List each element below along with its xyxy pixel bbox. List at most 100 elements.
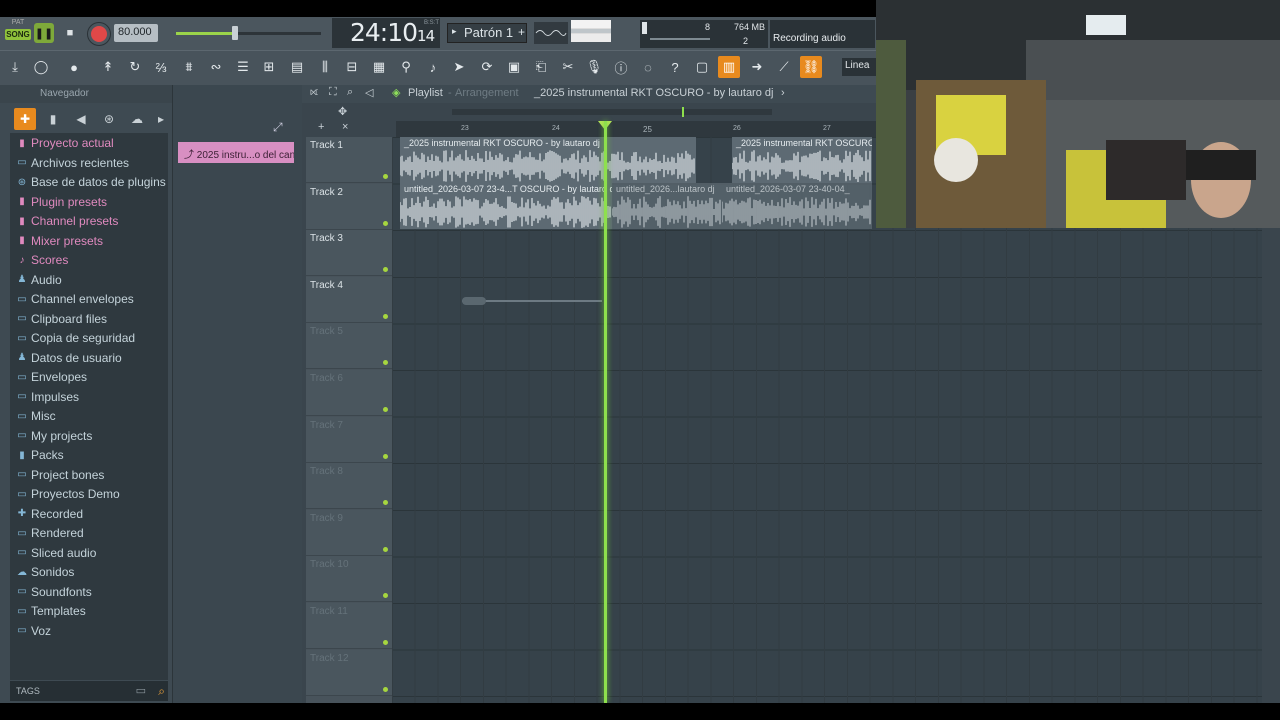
save-icon[interactable]: ▣ [503, 56, 525, 78]
export-icon[interactable]: ⤓ [4, 56, 26, 78]
browser-item[interactable]: ♟ Audio [16, 271, 62, 289]
plugin-tab-icon[interactable]: ⊛ [98, 108, 120, 130]
wait-record-icon[interactable]: ∾ [205, 56, 227, 78]
resize-icon[interactable]: ⤢ [273, 120, 283, 135]
browser-item[interactable]: ▮ Packs [16, 446, 63, 464]
blend-notes-icon[interactable]: ⩩ [178, 56, 200, 78]
add-pattern-icon[interactable]: + [518, 25, 525, 39]
countdown-icon[interactable]: ☰ [232, 56, 254, 78]
channel-rack-icon[interactable]: ⊟ [341, 56, 363, 78]
track-header[interactable]: Track 2 [306, 183, 392, 230]
horizontal-scrollbar[interactable] [452, 107, 772, 117]
browser-item[interactable]: ▮ Proyecto actual [16, 134, 113, 152]
record-button[interactable] [88, 23, 110, 45]
track-mute-led[interactable] [383, 546, 388, 552]
pause-button[interactable]: ❚❚ [34, 23, 54, 43]
browser-item[interactable]: ▭ Channel envelopes [16, 290, 133, 308]
browser-item[interactable]: ▭ Voz [16, 622, 51, 640]
snap-icon[interactable]: ↟ [97, 56, 119, 78]
stop-button[interactable]: ■ [60, 23, 80, 43]
track-mute-led[interactable] [383, 220, 388, 226]
link-icon[interactable]: ⛓ [800, 56, 822, 78]
metronome-icon[interactable]: ◯ [30, 56, 52, 78]
browser-item[interactable]: ▮ Mixer presets [16, 232, 103, 250]
window-icon[interactable]: ▢ [691, 56, 713, 78]
playback-icon[interactable]: ◁ [365, 86, 373, 99]
audio-clip-track2-a[interactable]: untitled_2026-03-07 23-4...T OSCURO - by… [400, 183, 612, 229]
piano-keys-icon[interactable]: ▥ [718, 56, 740, 78]
track-mute-led[interactable] [383, 407, 388, 412]
mixer-icon[interactable]: ⫼ [314, 56, 336, 78]
audio-clip-track1-b[interactable]: _2025 instrumental RKT OSCURO [732, 137, 872, 183]
add-track-icon[interactable]: + [318, 121, 324, 133]
browser-item[interactable]: ▭ Archivos recientes [16, 154, 129, 172]
track-mute-led[interactable] [383, 267, 388, 273]
timeline-ruler[interactable]: 23 24 25 26 27 [396, 121, 876, 137]
browser-item[interactable]: ▭ Project bones [16, 466, 104, 484]
info-icon[interactable]: ⓘ [610, 56, 632, 78]
forward-icon[interactable]: ➜ [746, 56, 768, 78]
track-header[interactable]: Track 3 [306, 230, 392, 277]
browser-item[interactable]: ✚ Recorded [16, 505, 83, 523]
arrangement-arrow-icon[interactable]: › [781, 87, 785, 99]
browser-item[interactable]: ▭ My projects [16, 427, 92, 445]
channel-clip[interactable]: ⤴ 2025 instru...o del canal [178, 142, 294, 163]
arrow-tool-icon[interactable]: ➤ [448, 56, 470, 78]
browser-item[interactable]: ▭ Clipboard files [16, 310, 107, 328]
zoom-icon[interactable]: ⌕ [347, 86, 353, 99]
track-header[interactable]: Track 5 [306, 323, 392, 370]
render-icon[interactable]: ⎗ [530, 56, 552, 78]
track-mute-led[interactable] [383, 360, 388, 366]
track-mute-led[interactable] [383, 686, 388, 692]
browser-item[interactable]: ▭ Soundfonts [16, 583, 91, 601]
piano-roll-icon[interactable]: ▦ [368, 56, 390, 78]
microphone-icon[interactable]: 🎙 [583, 56, 605, 78]
playhead[interactable] [604, 121, 607, 703]
master-pitch-knob-icon[interactable]: ● [63, 56, 85, 78]
cut-icon[interactable]: ✂ [557, 56, 579, 78]
playlist-icon[interactable]: ▤ [286, 56, 308, 78]
browser-item[interactable]: ♟ Datos de usuario [16, 349, 122, 367]
track-header[interactable]: Track 8 [306, 463, 392, 510]
audio-clip-track2-c[interactable]: untitled_2026-03-07 23-40-04_ [722, 183, 872, 229]
brush-icon[interactable]: ⟋ [773, 56, 795, 78]
track-mute-led[interactable] [383, 174, 388, 179]
browser-item[interactable]: ▭ Rendered [16, 524, 83, 542]
pat-song-toggle[interactable]: PAT SONG [5, 19, 31, 47]
speaker-tab-icon[interactable]: ◀ [70, 108, 92, 130]
all-tab-icon[interactable]: ✚ [14, 108, 36, 130]
select-icon[interactable]: ⛶ [329, 86, 337, 99]
track-header[interactable]: Track 6 [306, 370, 392, 416]
browser-item[interactable]: ▭ Copia de seguridad [16, 329, 135, 347]
track-mute-led[interactable] [383, 453, 388, 459]
plugin-icon[interactable]: ⚲ [395, 56, 417, 78]
track-header[interactable]: Track 4 [306, 276, 392, 323]
track-mute-led[interactable] [383, 593, 388, 599]
track-header[interactable]: Track 12 [306, 649, 392, 696]
help-icon[interactable]: ? [664, 56, 686, 78]
search-icon[interactable]: ⌕ [158, 684, 165, 699]
volume-knob[interactable] [232, 26, 238, 40]
cloud-tab-icon[interactable]: ☁ [126, 108, 148, 130]
slice-icon[interactable]: ⟖ [310, 86, 318, 99]
browser-item[interactable]: ▮ Plugin presets [16, 193, 107, 211]
remove-icon[interactable]: × [342, 121, 348, 133]
browser-item[interactable]: ⊛ Base de datos de plugins [16, 173, 166, 191]
browser-item[interactable]: ▭ Envelopes [16, 368, 87, 386]
arrangement-name[interactable]: _2025 instrumental RKT OSCURO - by lauta… [534, 87, 773, 99]
track-header[interactable]: Track 10 [306, 556, 392, 603]
track-header[interactable]: Track 7 [306, 416, 392, 463]
vertical-scrollbar[interactable] [1262, 228, 1280, 703]
audio-clip-track2-b[interactable]: untitled_2026...lautaro dj [612, 183, 722, 229]
move-icon[interactable]: ✥ [338, 105, 347, 118]
master-volume-slider[interactable] [176, 26, 321, 40]
loop-record-icon[interactable]: ↻ [124, 56, 146, 78]
track-header[interactable]: Track 9 [306, 509, 392, 556]
pattern-picker-icon[interactable]: ⊞ [258, 56, 280, 78]
browser-item[interactable]: ▭ Misc [16, 407, 55, 425]
snap-mode-select[interactable]: Linea [842, 58, 876, 76]
tempo-field[interactable]: 80.000 [114, 24, 158, 42]
browser-item[interactable]: ▭ Proyectos Demo [16, 485, 119, 503]
browser-item[interactable]: ▭ Sliced audio [16, 544, 96, 562]
audio-clip-track1-a[interactable]: _2025 instrumental RKT OSCURO - by lauta… [400, 137, 696, 183]
